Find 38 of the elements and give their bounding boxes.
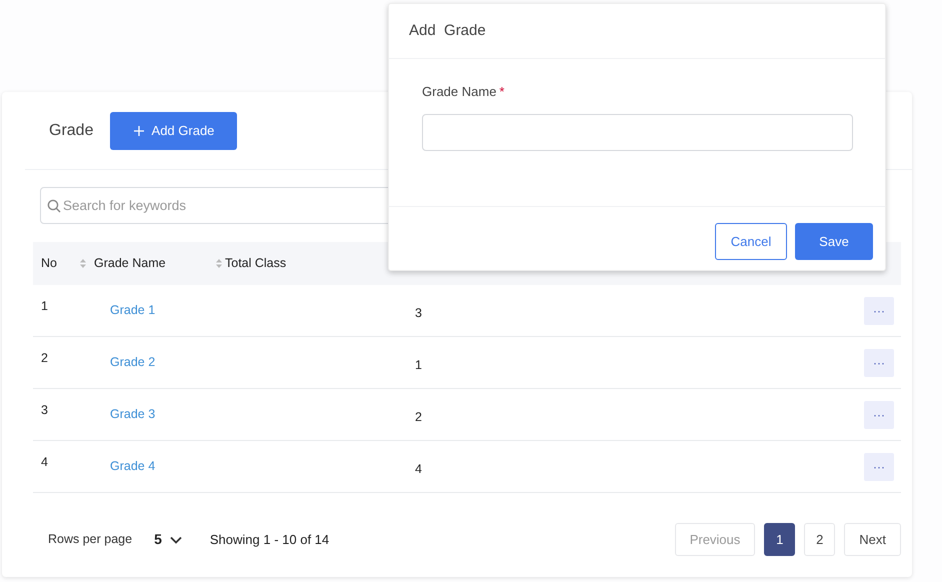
table-cell-text: 3 xyxy=(415,305,422,322)
grade-link[interactable]: Grade 1 xyxy=(110,301,415,320)
page-title: Grade xyxy=(49,120,94,140)
more-button[interactable]: ··· xyxy=(864,296,894,324)
sort-icon xyxy=(216,259,222,268)
required-mark: * xyxy=(499,83,504,101)
showing-count: Showing 1 - 10 of 14 xyxy=(210,530,330,549)
save-button[interactable]: Save xyxy=(795,223,873,260)
table-cell-text: 4 xyxy=(40,454,49,472)
grade-name-field[interactable] xyxy=(422,114,853,150)
grade-link[interactable]: Grade 4 xyxy=(110,457,415,476)
table-cell-text: 1 xyxy=(415,357,422,374)
page-button[interactable]: 2 xyxy=(804,523,836,556)
table-cell-text: 1 xyxy=(40,298,49,316)
plus-icon xyxy=(134,126,144,136)
sort-icon xyxy=(80,259,86,268)
search-icon xyxy=(47,199,61,213)
page-button[interactable]: 1 xyxy=(764,523,796,556)
field-label: Grade Name xyxy=(422,83,496,101)
more-button[interactable]: ··· xyxy=(864,400,894,428)
table-cell-text: 2 xyxy=(415,409,422,426)
grade-link[interactable]: Grade 3 xyxy=(110,405,415,424)
add-grade-button[interactable]: Add Grade xyxy=(110,112,238,150)
next-button[interactable]: Next xyxy=(844,523,901,556)
chevron-down-icon xyxy=(170,536,182,544)
cancel-button[interactable]: Cancel xyxy=(715,223,787,260)
column-header[interactable]: No xyxy=(41,254,57,273)
more-button[interactable]: ··· xyxy=(864,452,894,480)
table-cell-text: 4 xyxy=(415,461,422,478)
rows-per-page-select[interactable]: 5 xyxy=(154,529,182,550)
grade-link[interactable]: Grade 2 xyxy=(110,353,415,372)
rows-per-page-label: Rows per page xyxy=(48,531,132,548)
column-header[interactable]: Grade Name xyxy=(94,254,166,273)
dialog-title: Add Grade xyxy=(409,20,486,41)
more-button[interactable]: ··· xyxy=(864,348,894,376)
table-cell-text: 2 xyxy=(40,350,49,368)
table-cell-text: 3 xyxy=(40,402,49,420)
column-header[interactable]: Total Class xyxy=(225,254,286,273)
